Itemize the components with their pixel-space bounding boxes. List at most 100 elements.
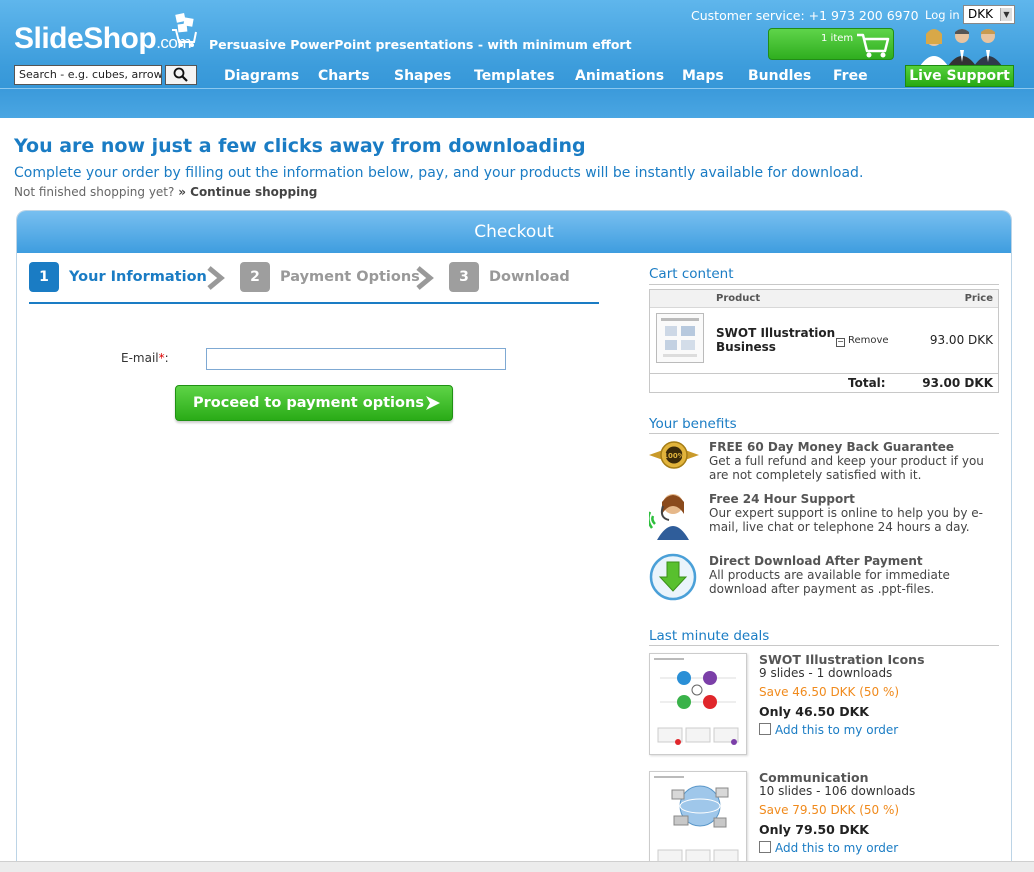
support-team-image	[920, 29, 1002, 66]
step-number: 1	[29, 262, 59, 292]
chevron-right-icon	[207, 266, 225, 290]
browser-bottom-bar	[0, 861, 1034, 872]
chevron-down-icon: ▼	[1000, 8, 1012, 21]
deal-savings: Save 46.50 DKK (50 %)	[759, 685, 900, 699]
step-label: Download	[489, 269, 570, 285]
page-subtitle: Complete your order by filling out the i…	[14, 165, 864, 181]
divider	[649, 433, 999, 434]
nav-shapes[interactable]: Shapes	[394, 68, 451, 84]
add-to-order-checkbox[interactable]: Add this to my order	[759, 841, 898, 855]
cart-item-name-line2: Business	[716, 340, 776, 354]
product-thumbnail[interactable]	[656, 313, 704, 363]
nav-maps[interactable]: Maps	[682, 68, 724, 84]
step-number: 3	[449, 262, 479, 292]
site-header: SlideShop.com Persuasive PowerPoint pres…	[0, 0, 1034, 118]
cart-content-title: Cart content	[649, 266, 734, 282]
swot-thumbnail-image	[661, 318, 699, 357]
deal-info: 10 slides - 106 downloads	[759, 784, 916, 798]
continue-shopping-link[interactable]: » Continue shopping	[178, 185, 317, 199]
remove-button[interactable]: − Remove	[836, 335, 889, 347]
add-to-order-checkbox[interactable]: Add this to my order	[759, 723, 898, 737]
currency-select[interactable]: DKK ▼	[963, 5, 1015, 24]
download-arrow-icon	[649, 553, 697, 601]
benefit-title: Direct Download After Payment	[709, 554, 923, 568]
email-label-text: E-mail	[121, 351, 159, 365]
add-to-order-label[interactable]: Add this to my order	[775, 723, 898, 737]
deal-thumbnail[interactable]	[649, 771, 747, 872]
deal-name[interactable]: SWOT Illustration Icons	[759, 652, 925, 667]
step-label: Payment Options	[280, 269, 420, 285]
steps-underline	[29, 302, 599, 304]
continue-shopping-row: Not finished shopping yet? » Continue sh…	[14, 185, 317, 199]
deals-title: Last minute deals	[649, 628, 770, 644]
divider	[650, 373, 998, 374]
nav-diagrams[interactable]: Diagrams	[224, 68, 299, 84]
tagline: Persuasive PowerPoint presentations - wi…	[209, 37, 632, 52]
communication-thumbnail-image	[654, 776, 739, 863]
benefit-desc: Get a full refund and keep your product …	[709, 454, 984, 482]
proceed-label: Proceed to payment options	[193, 395, 424, 411]
nav-bundles[interactable]: Bundles	[748, 68, 811, 84]
login-link[interactable]: Log in	[925, 8, 960, 22]
total-value: 93.00 DKK	[922, 376, 993, 390]
nav-free[interactable]: Free	[833, 68, 868, 84]
chevron-right-icon	[416, 266, 434, 290]
cart-icon	[857, 33, 890, 58]
deal-price: Only 46.50 DKK	[759, 704, 869, 719]
col-product: Product	[716, 293, 761, 304]
customer-service: Customer service: +1 973 200 6970	[691, 8, 919, 23]
search-icon	[173, 67, 188, 82]
email-field[interactable]	[206, 348, 506, 370]
search-input[interactable]: Search - e.g. cubes, arrows...	[14, 65, 162, 85]
deal-thumbnail[interactable]	[649, 653, 747, 755]
not-finished-text: Not finished shopping yet?	[14, 185, 175, 199]
guarantee-badge-icon: 100%	[649, 441, 699, 469]
deal-info: 9 slides - 1 downloads	[759, 666, 893, 680]
minus-icon: −	[836, 337, 845, 347]
cart-button[interactable]: 1 item	[768, 28, 894, 60]
total-label: Total:	[848, 376, 886, 390]
site-logo[interactable]: SlideShop.com	[14, 22, 192, 56]
deal-name[interactable]: Communication	[759, 770, 869, 785]
cart-count: 1 item	[821, 33, 854, 44]
currency-value: DKK	[968, 7, 993, 21]
support-agent-icon	[649, 494, 689, 540]
benefit-title: Free 24 Hour Support	[709, 492, 855, 506]
cart-item-price: 93.00 DKK	[929, 333, 993, 347]
page-title: You are now just a few clicks away from …	[14, 135, 586, 157]
remove-label: Remove	[848, 335, 889, 346]
benefit-title: FREE 60 Day Money Back Guarantee	[709, 440, 955, 454]
nav-charts[interactable]: Charts	[318, 68, 370, 84]
benefit-desc: Our expert support is online to help you…	[709, 506, 983, 534]
cart-table: Product Price SWOT Illustration Business …	[649, 289, 999, 393]
header-band	[0, 88, 1034, 118]
arrow-right-icon	[426, 396, 440, 410]
cart-item-name[interactable]: SWOT Illustration Business	[716, 326, 835, 354]
cart-item-name-line1: SWOT Illustration	[716, 326, 836, 340]
add-to-order-label[interactable]: Add this to my order	[775, 841, 898, 855]
live-support-button[interactable]: Live Support	[905, 65, 1014, 87]
deal-price: Only 79.50 DKK	[759, 822, 869, 837]
cart-header-row: Product Price	[650, 290, 998, 308]
proceed-to-payment-button[interactable]: Proceed to payment options	[175, 385, 453, 421]
nav-templates[interactable]: Templates	[474, 68, 555, 84]
checkbox[interactable]	[759, 841, 771, 853]
benefits-title: Your benefits	[649, 416, 737, 432]
logo-cart-icon	[172, 13, 197, 47]
search-button[interactable]	[165, 65, 197, 85]
step-number: 2	[240, 262, 270, 292]
checkout-title: Checkout	[17, 211, 1011, 253]
divider	[649, 284, 999, 285]
logo-main: SlideShop	[14, 22, 157, 55]
deal-savings: Save 79.50 DKK (50 %)	[759, 803, 900, 817]
step-label: Your Information	[69, 269, 207, 285]
checkbox[interactable]	[759, 723, 771, 735]
benefit-desc: All products are available for immediate…	[709, 568, 950, 596]
email-label-colon: :	[164, 351, 169, 365]
svg-text:100%: 100%	[663, 452, 685, 460]
col-price: Price	[964, 293, 993, 304]
swot-icons-thumbnail-image	[654, 658, 739, 745]
divider	[649, 645, 999, 646]
email-label: E-mail*:	[121, 351, 169, 365]
nav-animations[interactable]: Animations	[575, 68, 664, 84]
